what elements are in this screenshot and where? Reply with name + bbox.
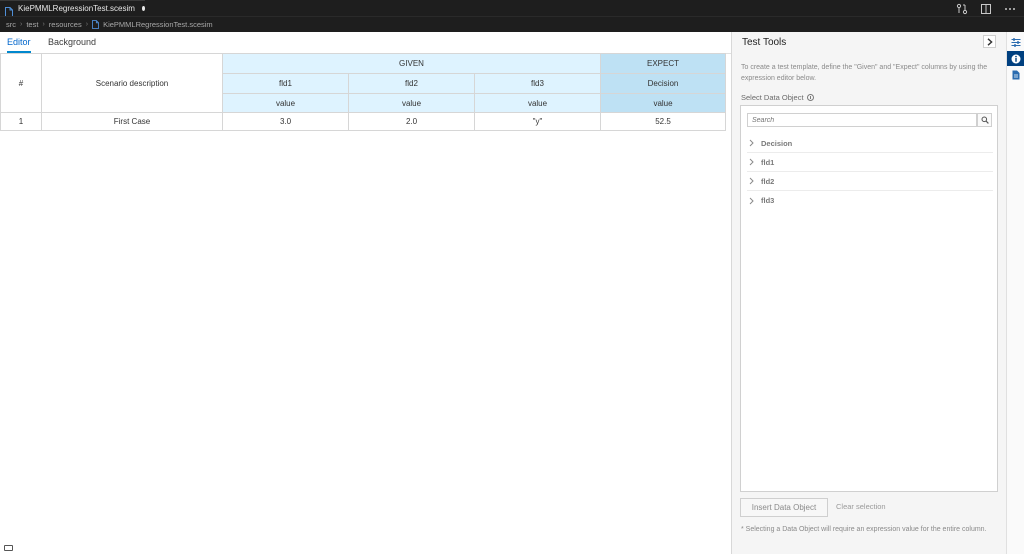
panel-help-text: To create a test template, define the "G… bbox=[741, 64, 988, 82]
expect-property-header[interactable]: value bbox=[600, 93, 726, 113]
tree-item-fld3[interactable]: fld3 bbox=[747, 191, 993, 210]
row-index-cell[interactable]: 1 bbox=[0, 112, 42, 131]
given-property-header[interactable]: value bbox=[348, 93, 475, 113]
test-tools-panel: Test Tools To create a test template, de… bbox=[731, 32, 1006, 554]
data-object-tree: Decision fld1 fld2 fld3 bbox=[747, 134, 993, 210]
compare-changes-icon[interactable] bbox=[956, 2, 968, 15]
breadcrumb-separator-icon: › bbox=[42, 21, 45, 28]
info-icon[interactable] bbox=[1007, 51, 1024, 66]
given-instance-header[interactable]: fld1 bbox=[222, 73, 349, 94]
grid-cell[interactable]: 3.0 bbox=[222, 112, 349, 131]
given-property-header[interactable]: value bbox=[474, 93, 601, 113]
side-activity-bar bbox=[1006, 32, 1024, 554]
table-row[interactable]: 1 First Case 3.0 2.0 "y" 52.5 bbox=[0, 112, 726, 131]
file-icon bbox=[5, 4, 13, 17]
keyboard-icon bbox=[4, 545, 13, 551]
tree-item-fld2[interactable]: fld2 bbox=[747, 172, 993, 191]
tree-item-label: fld3 bbox=[761, 196, 775, 205]
panel-title: Test Tools bbox=[742, 37, 787, 48]
data-object-list: Decision fld1 fld2 fld3 bbox=[740, 105, 998, 492]
document-icon[interactable] bbox=[1007, 67, 1024, 82]
chevron-right-icon bbox=[987, 37, 993, 46]
split-editor-icon[interactable] bbox=[980, 2, 992, 14]
chevron-right-icon bbox=[749, 139, 754, 147]
insert-data-object-button[interactable]: Insert Data Object bbox=[740, 498, 828, 517]
tree-item-label: fld2 bbox=[761, 176, 775, 186]
tree-item-fld1[interactable]: fld1 bbox=[747, 153, 993, 172]
breadcrumb-src[interactable]: src bbox=[6, 20, 16, 29]
file-tab-label: KiePMMLRegressionTest.scesim bbox=[18, 4, 135, 13]
index-header[interactable]: # bbox=[0, 53, 42, 113]
search-button[interactable] bbox=[977, 113, 992, 127]
tree-item-label: Decision bbox=[761, 138, 793, 148]
row-description-cell[interactable]: First Case bbox=[41, 112, 223, 131]
more-actions-icon[interactable] bbox=[1004, 2, 1016, 14]
settings-sliders-icon[interactable] bbox=[1007, 35, 1024, 50]
chevron-right-icon bbox=[749, 177, 754, 185]
breadcrumb-file[interactable]: KiePMMLRegressionTest.scesim bbox=[103, 20, 213, 29]
tree-item-label: fld1 bbox=[761, 157, 775, 167]
editor-tabs: Editor Background bbox=[0, 32, 731, 54]
file-icon bbox=[92, 16, 100, 34]
expect-instance-header[interactable]: Decision bbox=[600, 73, 726, 94]
unsaved-dot-icon[interactable] bbox=[141, 6, 145, 11]
search-icon bbox=[981, 116, 989, 124]
panel-footnote: * Selecting a Data Object will require a… bbox=[741, 526, 987, 533]
chevron-right-icon bbox=[749, 197, 754, 204]
collapse-panel-button[interactable] bbox=[983, 35, 996, 48]
chevron-right-icon bbox=[749, 158, 754, 166]
description-header[interactable]: Scenario description bbox=[41, 53, 223, 113]
given-instance-header[interactable]: fld2 bbox=[348, 73, 475, 94]
breadcrumb-separator-icon: › bbox=[20, 21, 23, 28]
tab-editor[interactable]: Editor bbox=[7, 37, 31, 53]
tree-item-decision[interactable]: Decision bbox=[747, 134, 993, 153]
help-icon[interactable] bbox=[806, 94, 814, 101]
file-tab[interactable]: KiePMMLRegressionTest.scesim bbox=[0, 0, 145, 17]
tab-background[interactable]: Background bbox=[48, 37, 96, 51]
clear-selection-button[interactable]: Clear selection bbox=[836, 502, 886, 511]
given-property-header[interactable]: value bbox=[222, 93, 349, 113]
breadcrumb-test[interactable]: test bbox=[26, 20, 38, 29]
editor-tab-bar: KiePMMLRegressionTest.scesim bbox=[0, 0, 1024, 17]
scenario-grid: # Scenario description GIVEN EXPECT fld1… bbox=[0, 53, 726, 131]
scenario-editor: Editor Background # Scenario description… bbox=[0, 32, 731, 554]
given-instance-header[interactable]: fld3 bbox=[474, 73, 601, 94]
expect-group-header[interactable]: EXPECT bbox=[600, 53, 726, 74]
given-group-header[interactable]: GIVEN bbox=[222, 53, 601, 74]
search-input[interactable] bbox=[747, 113, 977, 127]
select-data-object-label: Select Data Object bbox=[741, 93, 814, 102]
breadcrumb-resources[interactable]: resources bbox=[49, 20, 82, 29]
grid-cell[interactable]: 52.5 bbox=[600, 112, 726, 131]
breadcrumb-separator-icon: › bbox=[85, 21, 89, 28]
grid-cell[interactable]: 2.0 bbox=[348, 112, 475, 131]
grid-cell[interactable]: "y" bbox=[474, 112, 601, 131]
select-data-object-text: Select Data Object bbox=[741, 93, 804, 102]
breadcrumb: src › test › resources › KiePMMLRegressi… bbox=[0, 16, 1024, 32]
